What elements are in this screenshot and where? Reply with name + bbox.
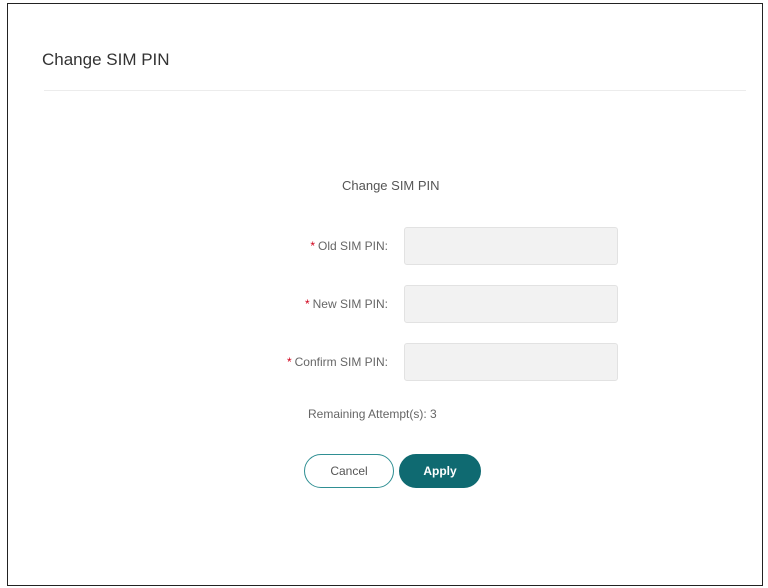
- remaining-attempts-text: Remaining Attempt(s): 3: [308, 407, 437, 421]
- new-sim-pin-label: * New SIM PIN:: [305, 296, 388, 312]
- new-sim-pin-input[interactable]: [404, 285, 618, 323]
- confirm-sim-pin-label-text: Confirm SIM PIN:: [294, 355, 388, 369]
- apply-button[interactable]: Apply: [399, 454, 481, 488]
- page-title: Change SIM PIN: [42, 50, 170, 69]
- new-sim-pin-label-text: New SIM PIN:: [312, 297, 388, 311]
- new-sim-pin-row: * New SIM PIN:: [8, 285, 764, 323]
- old-sim-pin-label: * Old SIM PIN:: [310, 238, 388, 254]
- old-sim-pin-label-text: Old SIM PIN:: [317, 239, 388, 253]
- confirm-sim-pin-row: * Confirm SIM PIN:: [8, 343, 764, 381]
- cancel-button[interactable]: Cancel: [304, 454, 394, 488]
- confirm-sim-pin-label: * Confirm SIM PIN:: [287, 354, 388, 370]
- required-marker: *: [286, 355, 292, 369]
- confirm-sim-pin-input[interactable]: [404, 343, 618, 381]
- required-marker: *: [304, 297, 310, 311]
- old-sim-pin-input[interactable]: [404, 227, 618, 265]
- required-marker: *: [310, 239, 315, 253]
- form-title: Change SIM PIN: [342, 178, 440, 193]
- old-sim-pin-row: * Old SIM PIN:: [8, 227, 764, 265]
- change-sim-pin-panel: Change SIM PIN Change SIM PIN * Old SIM P…: [7, 3, 763, 586]
- header-divider: [44, 90, 746, 91]
